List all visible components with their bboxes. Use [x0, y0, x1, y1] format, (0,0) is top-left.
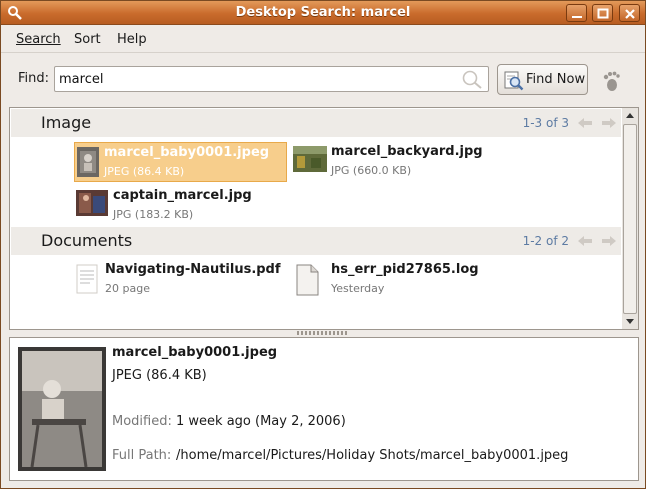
result-name: captain_marcel.jpg	[113, 188, 252, 203]
result-name: hs_err_pid27865.log	[331, 262, 479, 277]
window-title: Desktop Search: marcel	[235, 5, 411, 20]
preview-pane: marcel_baby0001.jpeg JPEG (86.4 KB) Modi…	[9, 337, 639, 481]
menu-search[interactable]: Search	[16, 32, 61, 47]
full-path-value: /home/marcel/Pictures/Holiday Shots/marc…	[176, 448, 569, 463]
category-header-documents: Documents 1-2 of 2	[11, 227, 621, 255]
result-detail: JPG (660.0 KB)	[331, 164, 412, 177]
result-hit[interactable]: captain_marcel.jpg JPG (183.2 KB)	[74, 186, 287, 226]
beagle-footprint-icon	[603, 71, 620, 91]
previous-page-icon[interactable]	[577, 117, 593, 129]
result-hit[interactable]: Navigating-Nautilus.pdf 20 page	[74, 260, 287, 300]
maximize-button[interactable]	[592, 4, 613, 22]
category-header-image: Image 1-3 of 3	[11, 109, 621, 137]
results-scrollbar[interactable]	[622, 107, 639, 330]
image-thumbnail	[293, 146, 327, 172]
image-thumbnail	[76, 190, 108, 216]
preview-filetype: JPEG (86.4 KB)	[112, 368, 207, 383]
menu-sort[interactable]: Sort	[74, 32, 101, 47]
result-name: Navigating-Nautilus.pdf	[105, 262, 281, 277]
result-hit[interactable]: hs_err_pid27865.log Yesterday	[291, 260, 501, 300]
result-name: marcel_backyard.jpg	[331, 144, 483, 159]
find-now-button[interactable]: Find Now	[497, 64, 588, 95]
modified-value: 1 week ago (May 2, 2006)	[176, 414, 346, 429]
find-now-icon	[504, 71, 524, 91]
title-bar[interactable]: Desktop Search: marcel	[1, 1, 645, 25]
result-detail: Yesterday	[331, 282, 385, 295]
result-detail: 20 page	[105, 282, 150, 295]
search-input[interactable]	[54, 66, 489, 92]
category-title: Image	[41, 113, 92, 132]
pdf-document-icon	[76, 264, 98, 294]
full-path-label: Full Path:	[112, 448, 172, 463]
scroll-down-icon[interactable]	[623, 314, 637, 328]
category-count: 1-2 of 2	[522, 234, 569, 248]
find-label: Find:	[18, 71, 50, 86]
menu-bar: Search Sort Help	[1, 26, 645, 53]
scroll-up-icon[interactable]	[623, 109, 637, 123]
modified-label: Modified:	[112, 414, 172, 429]
text-file-icon	[296, 264, 319, 296]
result-detail: JPEG (86.4 KB)	[104, 165, 185, 178]
previous-page-icon[interactable]	[577, 235, 593, 247]
result-detail: JPG (183.2 KB)	[113, 208, 194, 221]
scrollbar-thumb[interactable]	[623, 124, 637, 314]
next-page-icon[interactable]	[601, 235, 617, 247]
find-now-label: Find Now	[526, 72, 586, 87]
result-hit[interactable]: marcel_backyard.jpg JPG (660.0 KB)	[291, 142, 501, 182]
search-icon	[462, 70, 482, 89]
results-pane: Image 1-3 of 3 marcel_baby0001.jpeg JPEG…	[9, 107, 639, 330]
minimize-button[interactable]	[566, 4, 587, 22]
minimize-icon	[572, 16, 582, 18]
close-button[interactable]	[619, 4, 640, 22]
preview-image	[18, 347, 106, 471]
close-icon	[625, 9, 635, 19]
menu-help[interactable]: Help	[117, 32, 147, 47]
image-thumbnail	[77, 147, 99, 177]
category-count: 1-3 of 3	[522, 116, 569, 130]
pane-resize-handle[interactable]	[297, 331, 349, 335]
maximize-icon	[597, 8, 609, 19]
result-hit[interactable]: marcel_baby0001.jpeg JPEG (86.4 KB)	[74, 142, 287, 182]
category-title: Documents	[41, 231, 133, 250]
preview-filename: marcel_baby0001.jpeg	[112, 345, 278, 360]
desktop-search-window: Desktop Search: marcel Search Sort Help …	[0, 0, 646, 489]
result-name: marcel_baby0001.jpeg	[104, 145, 270, 160]
next-page-icon[interactable]	[601, 117, 617, 129]
